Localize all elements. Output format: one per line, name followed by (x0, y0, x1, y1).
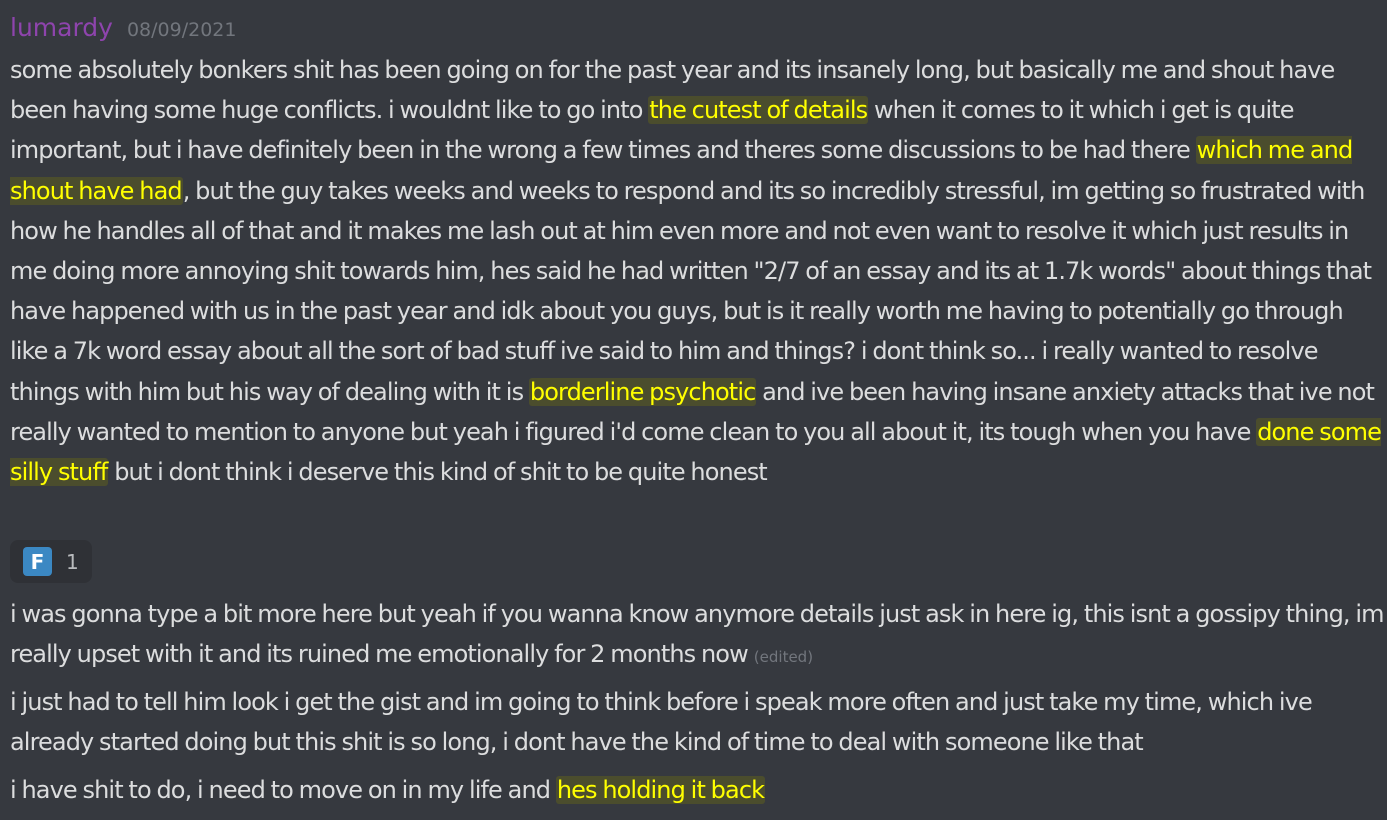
message-text: i was gonna type a bit more here but yea… (10, 594, 1385, 677)
highlighted-text: the cutest of details (648, 96, 869, 125)
message-text-segment: i was gonna type a bit more here but yea… (10, 600, 1385, 669)
username[interactable]: lumardy (10, 12, 113, 44)
message-text: i have shit to do, i need to move on in … (10, 770, 1385, 810)
highlighted-text: borderline psychotic (528, 377, 757, 406)
message-header: lumardy 08/09/2021 (10, 12, 236, 46)
chat-message-group: lumardy 08/09/2021 some absolutely bonke… (0, 0, 1387, 820)
edited-label: (edited) (753, 648, 814, 667)
reaction-count: 1 (66, 549, 79, 574)
regional-indicator-f-icon: F (23, 547, 52, 576)
message-text: some absolutely bonkers shit has been go… (10, 50, 1385, 492)
message-text: i just had to tell him look i get the gi… (10, 682, 1385, 762)
reaction-button[interactable]: F 1 (10, 540, 92, 583)
message-text-segment: i just had to tell him look i get the gi… (10, 688, 1313, 757)
timestamp: 08/09/2021 (126, 19, 237, 41)
message-text-segment: i have shit to do, i need to move on in … (10, 776, 556, 804)
highlighted-text: hes holding it back (555, 776, 766, 804)
message-text-segment: but i dont think i deserve this kind of … (108, 458, 768, 487)
message-text-segment: , but the guy takes weeks and weeks to r… (10, 176, 1372, 406)
